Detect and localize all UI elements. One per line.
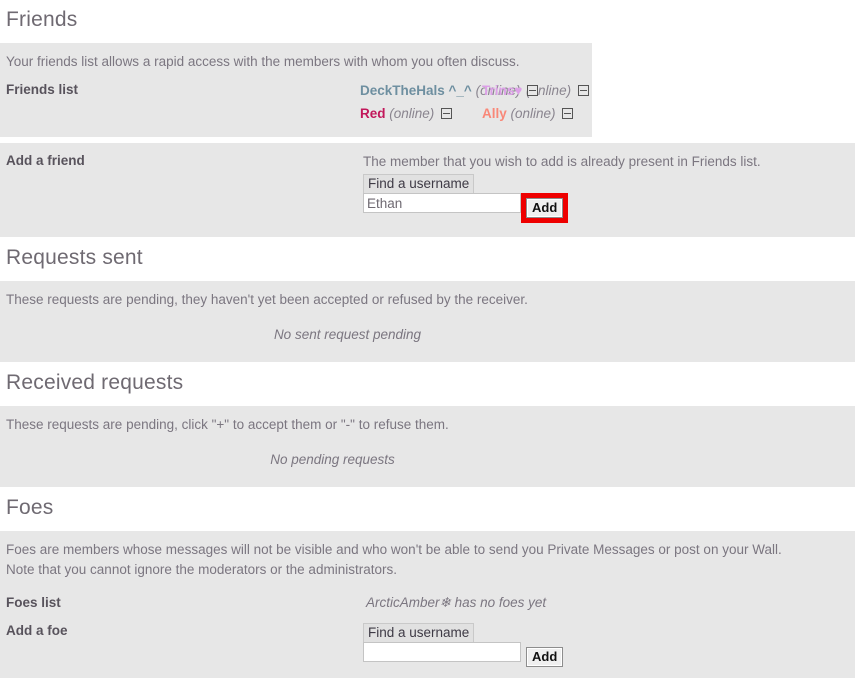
friends-and-foes-page: Friends Your friends list allows a rapid… [0,0,855,678]
top-spacer [0,0,855,8]
friend-entry: Ally (online) [476,102,592,125]
friend-status: (online) [389,106,435,122]
add-foe-label: Add a foe [6,623,68,639]
received-requests-description: These requests are pending, click "+" to… [6,417,449,433]
spacer-requests-sent [0,237,855,247]
add-friend-highlight-box: Add [521,193,569,224]
spacer-under-requests-sent-title [0,269,855,282]
received-requests-panel: These requests are pending, click "+" to… [0,406,855,488]
friends-description: Your friends list allows a rapid access … [6,54,520,70]
add-foe-button[interactable]: Add [526,647,564,668]
add-foe-row: Add a foe Find a username Add [0,623,855,672]
add-foe-button-wrap: Add [521,642,568,672]
foes-list-label: Foes list [6,595,61,611]
foe-username-input[interactable] [363,642,521,663]
requests-sent-description: These requests are pending, they haven't… [6,292,528,308]
spacer-under-foes-title [0,519,855,532]
add-foe-controls: Find a username Add [363,623,855,672]
page-title-friends: Friends [6,8,78,31]
foes-list-value-wrap: ArcticAmber❄ has no foes yet [363,595,855,611]
add-friend-label: Add a friend [6,153,85,169]
friend-status: (online) [510,106,556,122]
foes-list-panel: Foes list ArcticAmber❄ has no foes yet A… [0,593,855,678]
minus-box-icon[interactable] [527,85,539,97]
add-friend-controls: The member that you wish to add is alrea… [363,153,855,224]
minus-box-icon[interactable] [562,108,574,120]
foes-description-panel: Foes are members whose messages will not… [0,531,855,594]
friends-list-label: Friends list [6,82,79,98]
add-friend-notice: The member that you wish to add is alrea… [363,154,761,170]
page-title-foes: Foes [6,496,54,520]
page-title-requests-sent: Requests sent [6,246,143,270]
foes-description-line-1: Foes are members whose messages will not… [6,542,782,558]
foes-list-row: Foes list ArcticAmber❄ has no foes yet [0,595,855,611]
page-title-received-requests: Received requests [6,371,184,395]
add-friend-button[interactable]: Add [526,198,564,219]
friend-entry: Red (online) [360,102,476,125]
requests-sent-panel: These requests are pending, they haven't… [0,281,855,363]
foes-description-line-2: Note that you cannot ignore the moderato… [6,562,397,578]
friend-name[interactable]: Red [360,106,386,121]
spacer-under-friends-title [0,31,855,44]
received-requests-empty-message: No pending requests [270,452,395,468]
friends-panel: Your friends list allows a rapid access … [0,43,592,138]
add-friend-panel: Add a friend The member that you wish to… [0,143,855,238]
add-friend-row: Add a friend The member that you wish to… [0,153,855,224]
friend-name[interactable]: Trins♥ [482,83,522,98]
friend-name[interactable]: Ally [482,106,507,121]
foes-list-value: ArcticAmber❄ has no foes yet [366,595,547,611]
spacer-received-requests [0,362,855,372]
foe-find-username-hint-wrap: Find a username [363,623,855,643]
friends-list-row: Friends list DeckTheHals ^_^ (online) Tr… [0,79,592,137]
spacer-under-received-requests-title [0,394,855,407]
friends-grid: DeckTheHals ^_^ (online) Trins♥ (online)… [360,79,592,125]
friend-name[interactable]: DeckTheHals ^_^ [360,83,472,98]
add-foe-field-line: Add [363,642,855,672]
add-friend-field-line: Add [363,193,855,224]
friend-username-input[interactable] [363,193,521,214]
minus-box-icon[interactable] [441,108,453,120]
foe-find-a-username-hint: Find a username [363,623,475,643]
spacer-foes [0,487,855,497]
find-a-username-hint: Find a username [363,174,475,194]
minus-box-icon[interactable] [577,85,589,97]
find-username-hint-wrap: Find a username [363,174,855,194]
requests-sent-empty-message: No sent request pending [273,327,422,343]
friend-entry: DeckTheHals ^_^ (online) [360,79,539,102]
